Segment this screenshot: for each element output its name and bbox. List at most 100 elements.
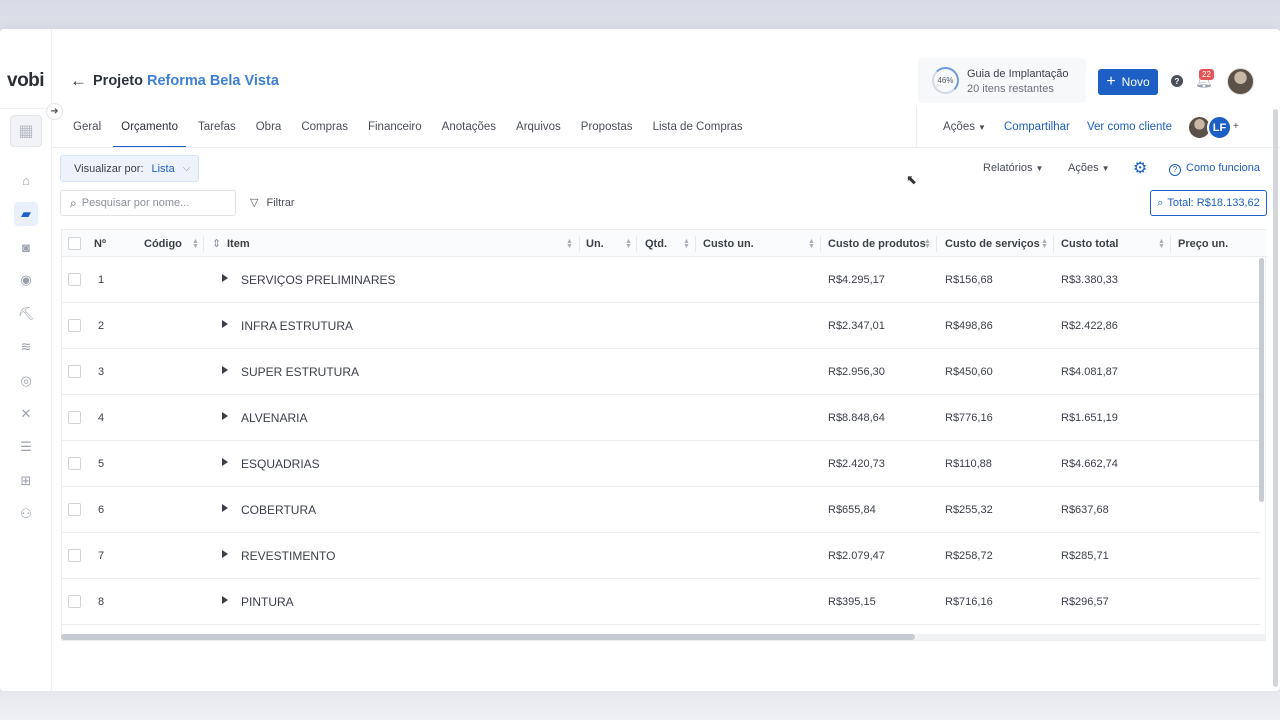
drag-handle-icon[interactable]: ⇕ — [212, 230, 221, 257]
sort-icon[interactable]: ▲ ▼ — [192, 238, 199, 250]
checkbox[interactable] — [68, 549, 81, 562]
row-item-name[interactable]: COBERTURA — [241, 487, 316, 532]
total-button[interactable]: ⌕ Total: R$18.133,62 — [1150, 190, 1267, 216]
page-vertical-scrollbar[interactable] — [1273, 109, 1278, 687]
table-row[interactable]: 7 REVESTIMENTO R$2.079,47 R$258,72 R$285… — [62, 533, 1260, 579]
checkbox[interactable] — [68, 503, 81, 516]
tab-financeiro[interactable]: Financeiro — [358, 109, 432, 147]
row-item-name[interactable]: SUPER ESTRUTURA — [241, 349, 359, 394]
col-header-code[interactable]: Código — [144, 230, 182, 257]
row-checkbox[interactable] — [68, 395, 81, 440]
sort-icon[interactable]: ▲ ▼ — [1158, 238, 1165, 250]
dollar-coin-icon[interactable]: ◉ — [14, 268, 38, 292]
row-item-name[interactable]: SERVIÇOS PRELIMINARES — [241, 257, 396, 302]
sidebar-expand-button[interactable]: ➜ — [46, 103, 63, 120]
col-header-unit[interactable]: Un. — [586, 230, 604, 257]
row-item-name[interactable]: REVESTIMENTO — [241, 533, 335, 578]
table-horizontal-scrollbar[interactable] — [61, 634, 915, 640]
project-thumbnail[interactable]: ▦ — [10, 115, 42, 147]
row-item-name[interactable]: PINTURA — [241, 579, 294, 624]
expand-caret-icon[interactable] — [222, 320, 228, 328]
col-header-quantity[interactable]: Qtd. — [645, 230, 667, 257]
reports-dropdown[interactable]: Relatórios ▼ — [983, 162, 1043, 174]
row-checkbox[interactable] — [68, 533, 81, 578]
row-item-name[interactable]: INFRA ESTRUTURA — [241, 303, 353, 348]
select-all-checkbox[interactable] — [68, 230, 81, 257]
checkbox[interactable] — [68, 365, 81, 378]
header-actions-dropdown[interactable]: Ações ▼ — [943, 121, 986, 133]
col-header-unit-cost[interactable]: Custo un. — [703, 230, 754, 257]
row-item-name[interactable]: ALVENARIA — [241, 395, 307, 440]
tab-orcamento[interactable]: Orçamento — [111, 109, 188, 148]
users-icon[interactable]: ⚇ — [14, 502, 38, 526]
expand-caret-icon[interactable] — [222, 504, 228, 512]
checkbox[interactable] — [68, 411, 81, 424]
tools-icon[interactable]: ✕ — [14, 402, 38, 426]
implementation-guide-card[interactable]: 46% Guia de Implantação 20 itens restant… — [918, 58, 1086, 103]
toolbar-actions-dropdown[interactable]: Ações ▼ — [1068, 162, 1110, 174]
back-arrow-icon[interactable]: ← — [70, 71, 87, 91]
view-by-select[interactable]: Visualizar por: Lista ⌵ — [60, 155, 199, 182]
table-row[interactable]: 2 INFRA ESTRUTURA R$2.347,01 R$498,86 R$… — [62, 303, 1260, 349]
help-icon[interactable]: ? — [1171, 75, 1183, 87]
share-link[interactable]: Compartilhar — [1004, 121, 1070, 133]
tab-arquivos[interactable]: Arquivos — [506, 109, 571, 147]
list-icon[interactable]: ☰ — [14, 435, 38, 459]
table-row[interactable]: 8 PINTURA R$395,15 R$716,16 R$296,57 — [62, 579, 1260, 625]
add-collaborator-button[interactable]: + — [1233, 121, 1239, 132]
checkbox[interactable] — [68, 273, 81, 286]
row-checkbox[interactable] — [68, 349, 81, 394]
row-checkbox[interactable] — [68, 441, 81, 486]
row-checkbox[interactable] — [68, 487, 81, 532]
project-name-link[interactable]: Reforma Bela Vista — [147, 73, 279, 89]
home-icon[interactable]: ⌂ — [14, 168, 38, 192]
tab-obra[interactable]: Obra — [246, 109, 292, 147]
search-input[interactable] — [81, 197, 222, 209]
table-row[interactable]: 3 SUPER ESTRUTURA R$2.956,30 R$450,60 R$… — [62, 349, 1260, 395]
expand-caret-icon[interactable] — [222, 550, 228, 558]
tab-lista-de-compras[interactable]: Lista de Compras — [643, 109, 753, 147]
row-item-name[interactable]: ESQUADRIAS — [241, 441, 320, 486]
table-row[interactable]: 4 ALVENARIA R$8.848,64 R$776,16 R$1.651,… — [62, 395, 1260, 441]
col-header-number[interactable]: Nº — [94, 230, 106, 257]
sort-icon[interactable]: ▲ ▼ — [924, 238, 931, 250]
tab-propostas[interactable]: Propostas — [571, 109, 643, 147]
sort-icon[interactable]: ▲ ▼ — [566, 238, 573, 250]
row-checkbox[interactable] — [68, 257, 81, 302]
tab-tarefas[interactable]: Tarefas — [188, 109, 246, 147]
col-header-item[interactable]: Item — [227, 230, 250, 257]
settings-gear-icon[interactable]: ⚙ — [1133, 158, 1147, 178]
checkbox[interactable] — [68, 595, 81, 608]
tab-anotacoes[interactable]: Anotações — [432, 109, 506, 147]
view-as-client-link[interactable]: Ver como cliente — [1087, 121, 1172, 133]
checkbox[interactable] — [68, 319, 81, 332]
search-box[interactable]: ⌕ — [60, 190, 236, 216]
filter-button[interactable]: ▽ Filtrar — [250, 196, 295, 209]
folder-icon[interactable]: ▰ — [14, 202, 38, 226]
col-header-total-cost[interactable]: Custo total — [1061, 230, 1118, 257]
new-button[interactable]: + Novo — [1098, 69, 1158, 95]
how-it-works-link[interactable]: ? Como funciona — [1169, 162, 1260, 176]
table-vertical-scrollbar[interactable] — [1259, 258, 1264, 502]
table-row[interactable]: 5 ESQUADRIAS R$2.420,73 R$110,88 R$4.662… — [62, 441, 1260, 487]
table-row[interactable]: 1 SERVIÇOS PRELIMINARES R$4.295,17 R$156… — [62, 257, 1260, 303]
vobi-logo[interactable]: vobi — [7, 70, 45, 92]
expand-caret-icon[interactable] — [222, 596, 228, 604]
row-checkbox[interactable] — [68, 303, 81, 348]
sort-icon[interactable]: ▲ ▼ — [683, 238, 690, 250]
camera-icon[interactable]: ◙ — [14, 235, 38, 259]
apps-add-icon[interactable]: ⊞ — [14, 469, 38, 493]
row-checkbox[interactable] — [68, 579, 81, 624]
worker-icon[interactable]: ⛏ — [14, 302, 38, 326]
sort-icon[interactable]: ▲ ▼ — [808, 238, 815, 250]
coins-stack-icon[interactable]: ≋ — [14, 335, 38, 359]
expand-caret-icon[interactable] — [222, 412, 228, 420]
table-row[interactable]: 6 COBERTURA R$655,84 R$255,32 R$637,68 — [62, 487, 1260, 533]
sort-icon[interactable]: ▲ ▼ — [1041, 238, 1048, 250]
checkbox[interactable] — [68, 237, 81, 250]
expand-caret-icon[interactable] — [222, 458, 228, 466]
tab-compras[interactable]: Compras — [291, 109, 358, 147]
checkbox[interactable] — [68, 457, 81, 470]
col-header-service-cost[interactable]: Custo de serviços — [945, 230, 1040, 257]
tab-geral[interactable]: Geral — [63, 109, 111, 147]
